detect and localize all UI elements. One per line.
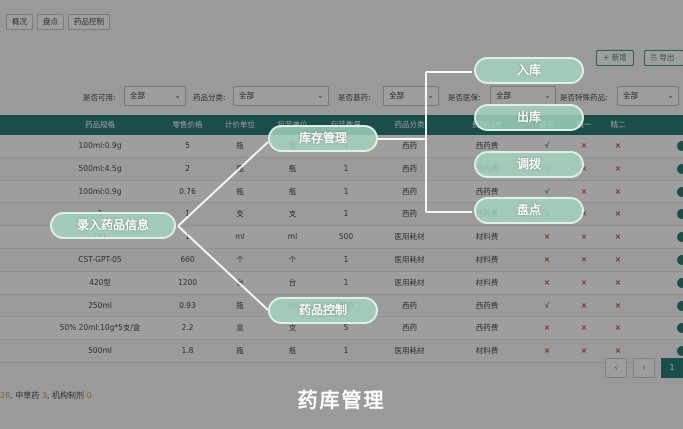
callout-in: 入库 — [474, 57, 584, 84]
connector-entry-control — [177, 225, 269, 311]
video-caption: 药库管理 — [297, 388, 386, 412]
callout-check: 盘点 — [474, 197, 584, 224]
callout-transfer: 调拨 — [474, 151, 584, 178]
connector-entry-inventory — [177, 141, 269, 227]
callout-entry: 录入药品信息 — [50, 212, 176, 239]
callout-inventory: 库存管理 — [268, 125, 378, 152]
callout-control: 药品控制 — [268, 297, 378, 324]
callout-out: 出库 — [474, 104, 584, 131]
